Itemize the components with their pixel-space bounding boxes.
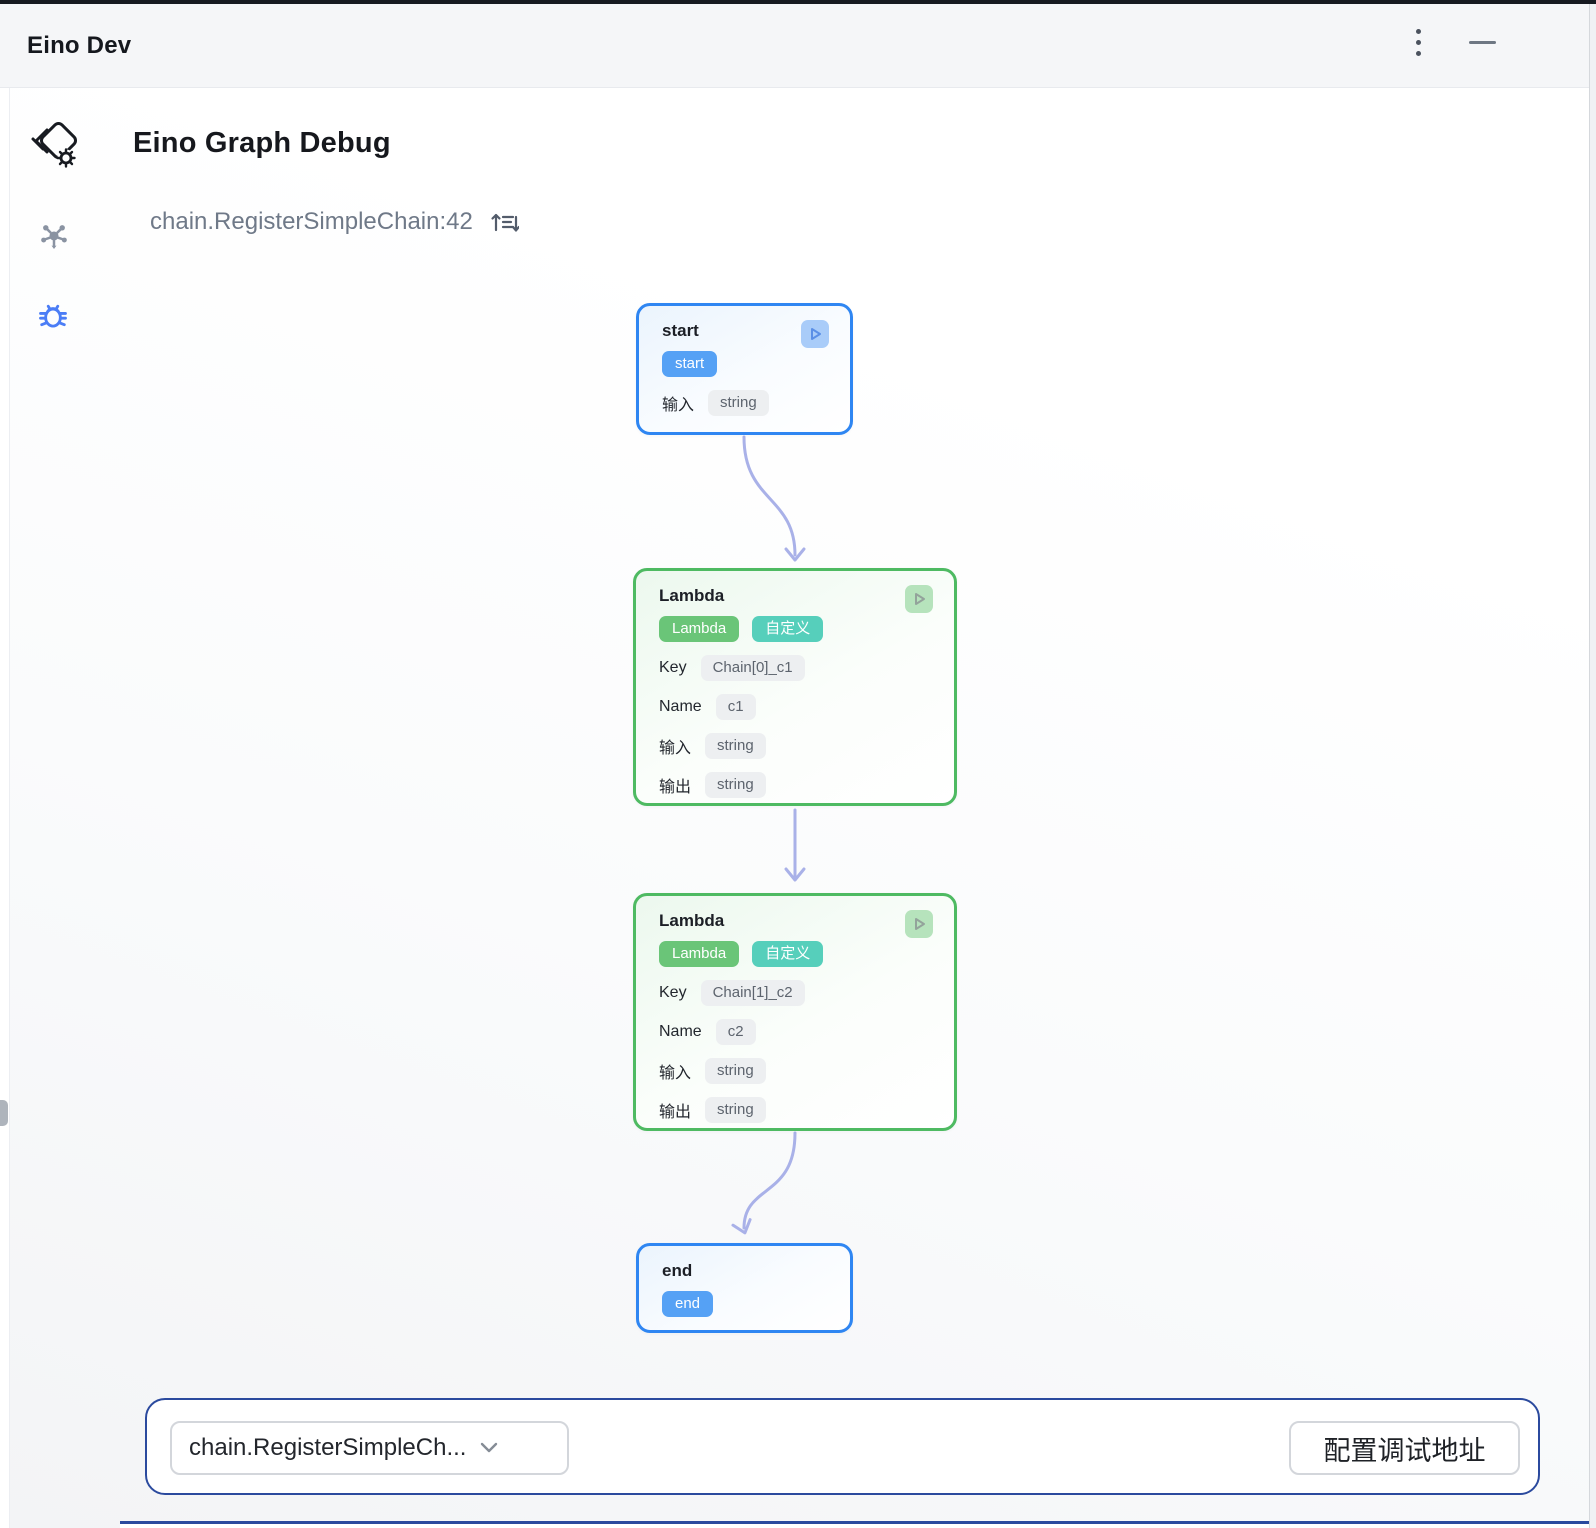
property-label: Key [659,984,687,1002]
property-value: c1 [716,694,756,720]
node-badges: Lambda 自定义 [659,941,934,967]
node-badges: Lambda 自定义 [659,616,934,642]
node-start[interactable]: startstart输入string [636,303,853,435]
node-lambda1[interactable]: Lambda Lambda 自定义 Key Chain[0]_c1 Name c1 输入 str… [633,568,957,806]
chain-select-dropdown[interactable]: chain.RegisterSimpleCh... [170,1421,569,1475]
run-node-button[interactable] [905,910,933,938]
app-title: Eino Dev [27,32,131,60]
minimize-icon[interactable] [1469,41,1496,44]
property-label: Name [659,698,702,716]
property-value: Chain[0]_c1 [701,655,805,681]
app-window: Eino Dev [0,0,1596,1528]
node-type-badge: end [662,1291,713,1317]
chain-select-value: chain.RegisterSimpleCh... [189,1434,466,1462]
property-label: 输入 [659,1059,691,1083]
debug-bug-icon[interactable] [34,295,72,338]
page-title: Eino Graph Debug [133,127,391,160]
node-title: end [662,1261,830,1281]
node-end[interactable]: end end [636,1243,853,1333]
node-lambda2[interactable]: Lambda Lambda 自定义 Key Chain[1]_c2 Name c2 输入 str… [633,893,957,1131]
window-right-edge [1589,4,1596,1528]
node-property-row: Key Chain[1]_c2 [659,980,934,1006]
property-label: 输入 [659,734,691,758]
node-title: Lambda [659,586,934,606]
titlebar-actions [1410,0,1496,84]
node-type-badge: 自定义 [752,941,823,967]
eino-logo-icon [30,118,82,172]
node-property-row: 输出 string [659,772,934,798]
node-title: Lambda [659,911,934,931]
property-value: string [705,1097,766,1123]
node-type-badge: Lambda [659,941,739,967]
node-property-row: Name c1 [659,694,934,720]
property-value: string [705,1058,766,1084]
property-label: Name [659,1023,702,1041]
bottom-drawer-edge[interactable] [120,1521,1589,1528]
property-label: 输出 [659,1098,691,1122]
property-value: string [708,390,769,416]
node-property-row: 输出 string [659,1097,934,1123]
run-node-button[interactable] [801,320,829,348]
node-property-row: 输入 string [662,390,830,416]
debug-toolbar: chain.RegisterSimpleCh... 配置调试地址 [145,1398,1540,1495]
graph-view-icon[interactable] [36,218,72,259]
node-property-row: Key Chain[0]_c1 [659,655,934,681]
chevron-down-icon [480,1442,498,1454]
property-label: 输出 [659,773,691,797]
property-label: 输入 [662,391,694,415]
node-property-row: 输入 string [659,1058,934,1084]
node-type-badge: 自定义 [752,616,823,642]
configure-debug-address-button[interactable]: 配置调试地址 [1289,1421,1520,1475]
property-value: Chain[1]_c2 [701,980,805,1006]
property-value: string [705,772,766,798]
node-property-row: Name c2 [659,1019,934,1045]
property-label: Key [659,659,687,677]
titlebar: Eino Dev [0,4,1589,88]
node-type-badge: Lambda [659,616,739,642]
node-property-row: 输入 string [659,733,934,759]
node-type-badge: start [662,351,717,377]
more-menu-icon[interactable] [1410,23,1427,62]
sort-icon[interactable] [489,208,519,236]
run-node-button[interactable] [905,585,933,613]
property-value: string [705,733,766,759]
node-badges: end [662,1291,830,1317]
play-icon [908,588,930,610]
left-panel-handle[interactable] [0,1100,8,1126]
property-value: c2 [716,1019,756,1045]
chain-label: chain.RegisterSimpleChain:42 [150,208,473,236]
node-badges: start [662,351,830,377]
chain-row: chain.RegisterSimpleChain:42 [150,208,519,236]
play-icon [804,323,826,345]
play-icon [908,913,930,935]
